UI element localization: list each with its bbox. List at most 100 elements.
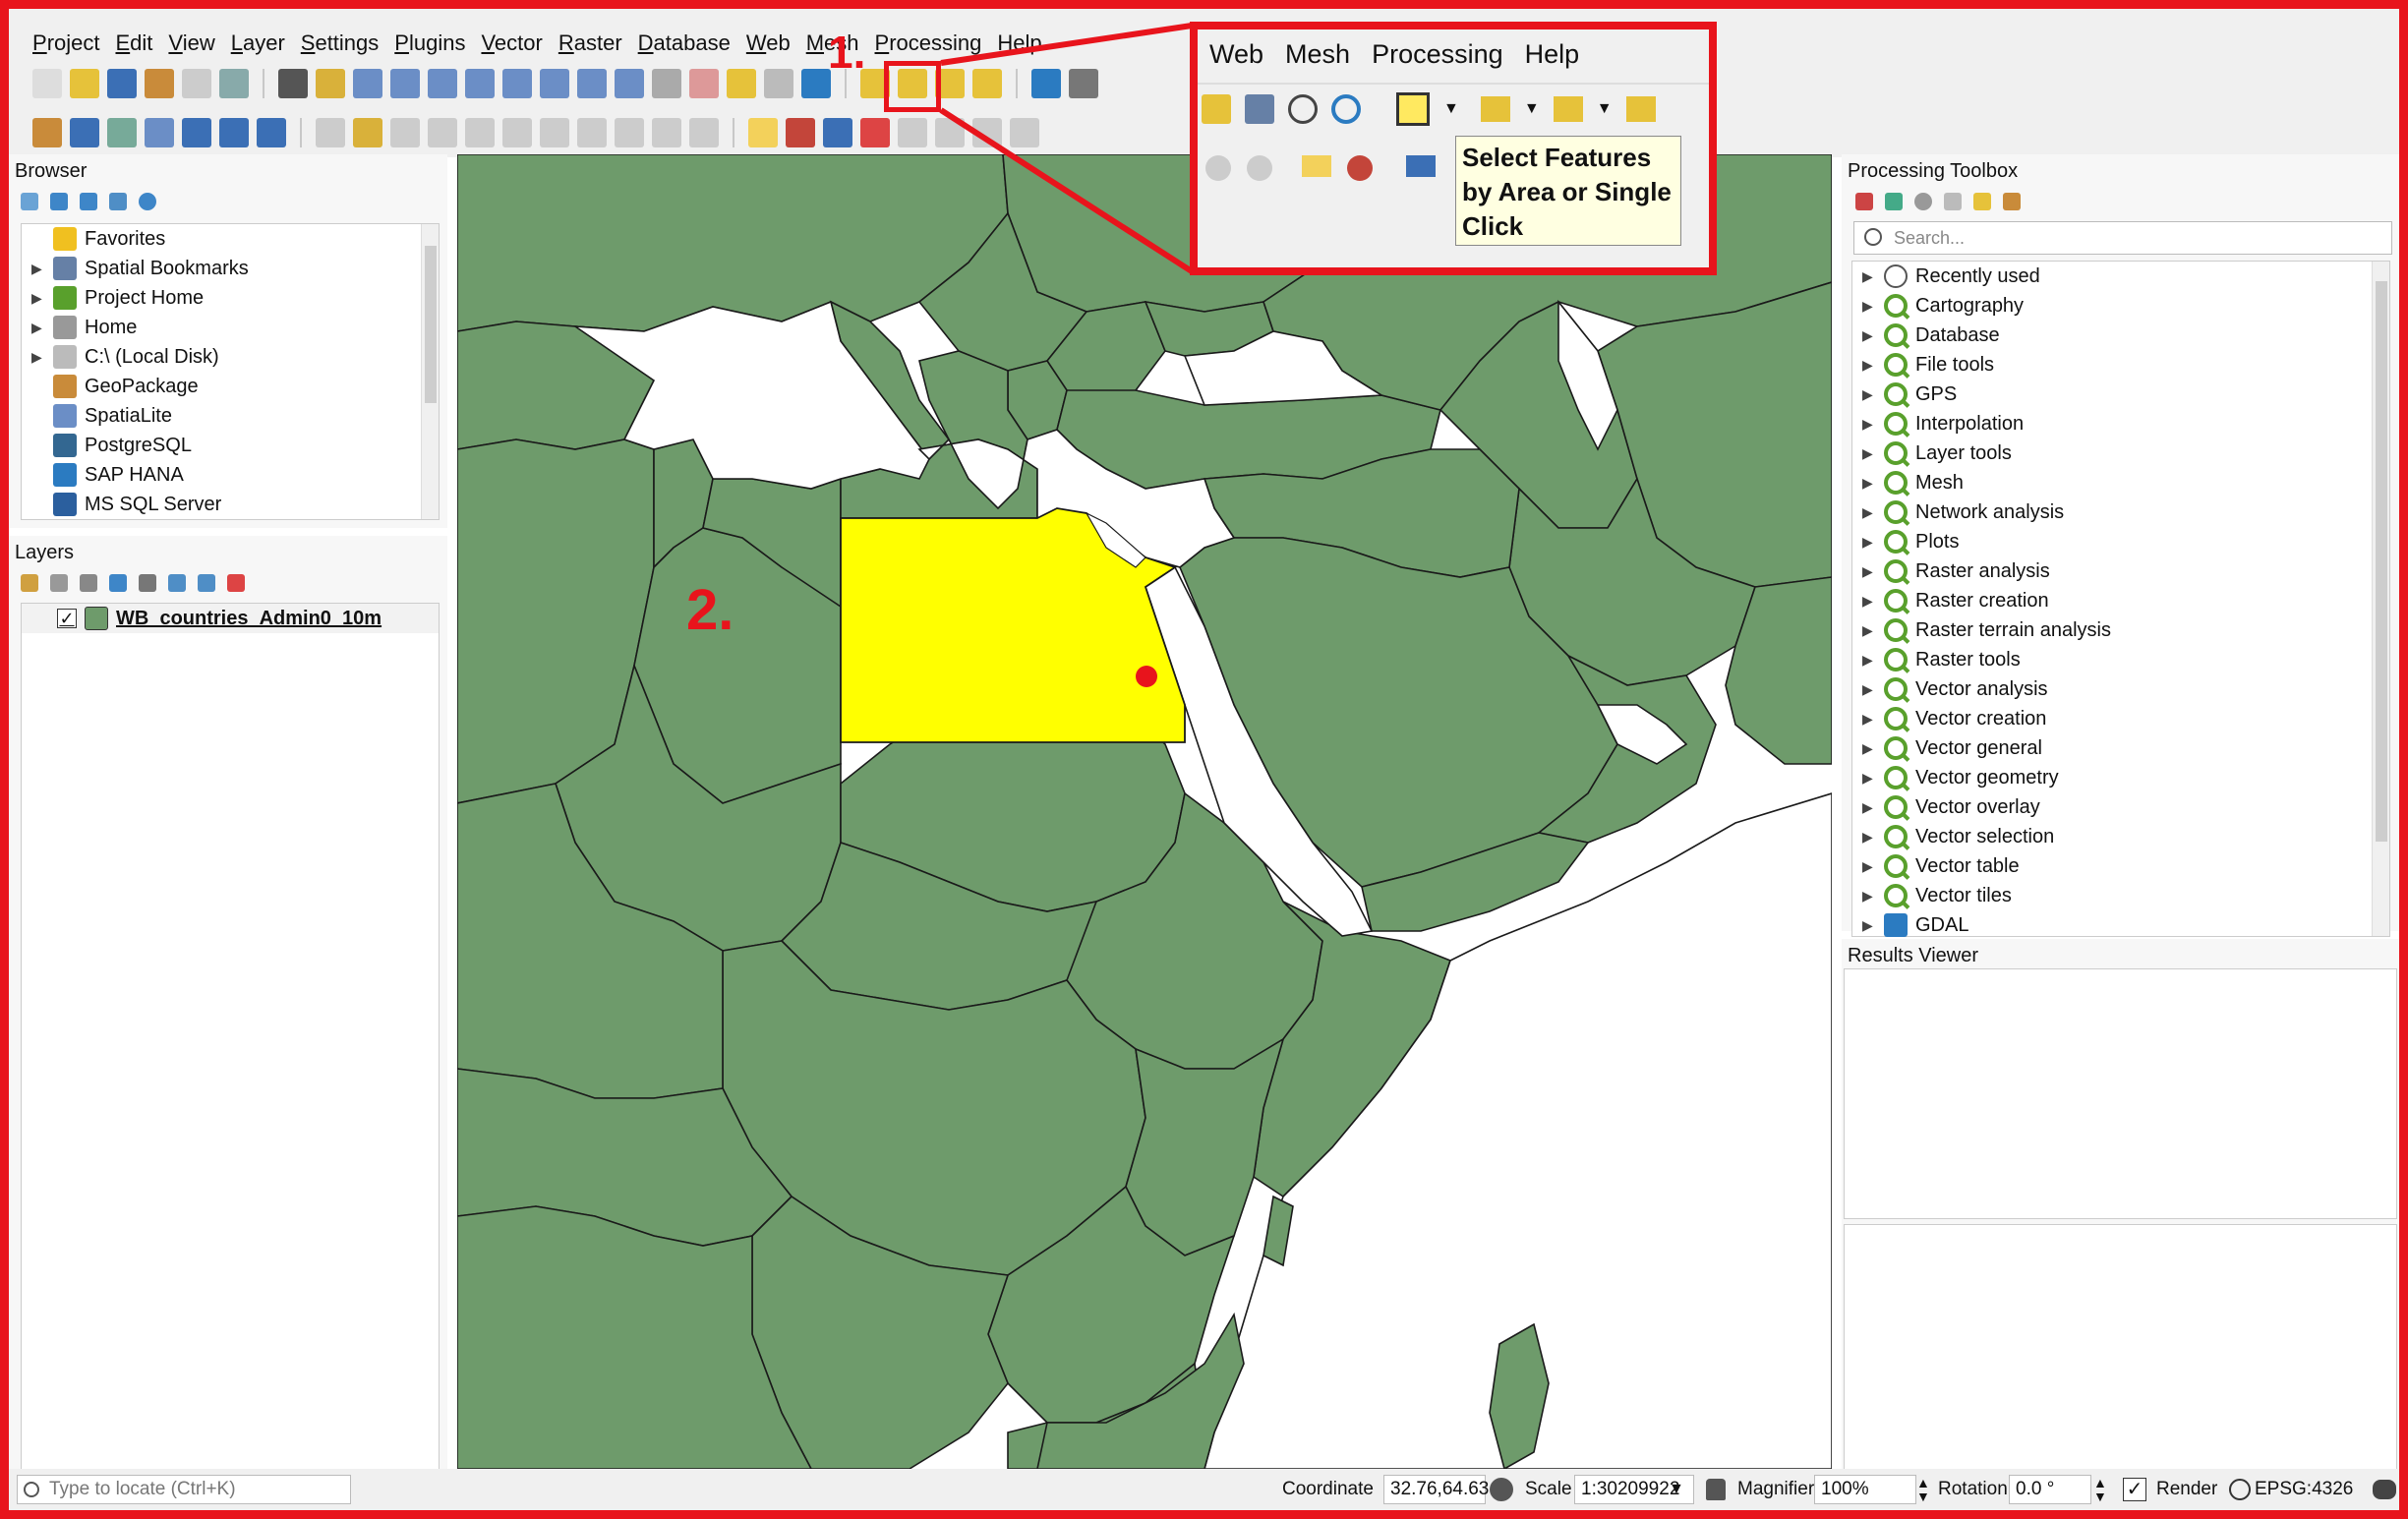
processing-group-label: Vector creation [1915,707,2047,730]
expand-arrow-icon[interactable]: ▶ [1862,652,1876,669]
remove-layer-icon[interactable] [227,574,245,592]
visibility-icon[interactable] [80,574,97,592]
browser-item-label: SpatiaLite [85,404,172,427]
layer-row[interactable]: ✓ WB_countries_Admin0_10m [22,604,439,633]
layers-toolbar [9,570,447,596]
qgis-logo-icon [1884,441,1908,465]
expand-arrow-icon[interactable]: ▶ [1862,888,1876,905]
expand-arrow-icon[interactable]: ▶ [1862,711,1876,728]
browser-item-label: SAP HANA [85,463,184,486]
crs-button[interactable]: EPSG:4326 [2255,1479,2353,1500]
expand-all-icon[interactable] [168,574,186,592]
collapse-all-icon[interactable] [198,574,215,592]
processing-group-label: Vector table [1915,854,2020,877]
expand-arrow-icon[interactable]: ▶ [1862,770,1876,787]
expand-arrow-icon[interactable]: ▶ [1862,858,1876,875]
processing-group-label: Vector geometry [1915,766,2059,789]
qgis-logo-icon [1884,412,1908,436]
render-label: Render [2156,1479,2218,1499]
expand-arrow-icon[interactable]: ▶ [1862,445,1876,462]
locator-input[interactable]: Type to locate (Ctrl+K) [17,1475,351,1504]
layers-title: Layers [15,542,75,563]
expand-arrow-icon[interactable]: ▶ [1862,740,1876,757]
expand-arrow-icon[interactable]: ▶ [1862,593,1876,610]
qgis-logo-icon [1884,500,1908,524]
processing-group[interactable]: ▶ Raster tools [1852,645,2389,674]
expand-arrow-icon[interactable]: ▶ [1862,475,1876,492]
processing-group[interactable]: ▶ Vector creation [1852,704,2389,733]
processing-group[interactable]: ▶ Vector table [1852,851,2389,881]
expand-arrow-icon[interactable]: ▶ [1862,504,1876,521]
expand-arrow-icon[interactable]: ▶ [1862,681,1876,698]
globe-icon[interactable] [2229,1479,2251,1500]
lock-icon[interactable] [1706,1479,1726,1500]
render-checkbox[interactable]: ✓ [2123,1478,2146,1501]
processing-group[interactable]: ▶ Raster analysis [1852,556,2389,586]
rotation-field[interactable]: 0.0 ° [2009,1475,2091,1504]
processing-group[interactable]: ▶ Interpolation [1852,409,2389,438]
browser-item[interactable]: PostgreSQL [22,431,439,460]
layers-tree[interactable]: ✓ WB_countries_Admin0_10m [21,603,440,1470]
expand-arrow-icon[interactable]: ▶ [1862,829,1876,846]
magnifier-stepper[interactable]: ▲ ▼ [1916,1476,1930,1503]
magnifier-field[interactable]: 100% [1814,1475,1916,1504]
layer-visibility-checkbox[interactable]: ✓ [57,609,77,628]
qgis-logo-icon [1884,736,1908,760]
style-icon[interactable] [21,574,38,592]
qgis-logo-icon [1884,854,1908,878]
callout-connector [939,23,1194,274]
processing-group-label: Raster terrain analysis [1915,618,2111,641]
processing-group-label: GDAL [1915,913,1969,936]
qgis-logo-icon [1884,884,1908,907]
expand-arrow-icon[interactable]: ▶ [1862,563,1876,580]
expression-filter-icon[interactable] [139,574,156,592]
processing-group[interactable]: ▶ Vector analysis [1852,674,2389,704]
processing-group[interactable]: ▶ Vector selection [1852,822,2389,851]
processing-group-label: Vector tiles [1915,884,2012,906]
rotation-stepper[interactable]: ▲ ▼ [2093,1476,2107,1503]
qgis-logo-icon [1884,589,1908,613]
processing-group[interactable]: ▶ Vector overlay [1852,792,2389,822]
processing-group[interactable]: ▶ Layer tools [1852,438,2389,468]
processing-group-label: Vector general [1915,736,2042,759]
browser-item[interactable]: SAP HANA [22,460,439,490]
processing-group-label: Vector analysis [1915,677,2048,700]
browser-item-label: PostgreSQL [85,434,192,456]
processing-group[interactable]: ▶ Vector general [1852,733,2389,763]
processing-group[interactable]: ▶ Mesh [1852,468,2389,497]
scale-label: Scale [1525,1479,1572,1499]
processing-group[interactable]: ▶ Raster creation [1852,586,2389,615]
processing-group[interactable]: ▶ GDAL [1852,910,2389,940]
add-group-icon[interactable] [50,574,68,592]
expand-arrow-icon[interactable]: ▶ [1862,534,1876,551]
chevron-down-icon[interactable]: ▼ [1669,1481,1684,1498]
expand-arrow-icon[interactable]: ▶ [1862,917,1876,934]
status-bar: Type to locate (Ctrl+K) Coordinate 32.76… [9,1469,2399,1510]
processing-group[interactable]: ▶ Vector geometry [1852,763,2389,792]
coordinate-field[interactable]: 32.76,64.63 [1383,1475,1489,1504]
step-1-label: 1. [828,27,866,78]
browser-item[interactable]: SpatiaLite [22,401,439,431]
expand-arrow-icon[interactable]: ▶ [1862,799,1876,816]
messages-icon[interactable] [2373,1480,2396,1499]
qgis-logo-icon [1884,471,1908,495]
filter-legend-icon[interactable] [109,574,127,592]
processing-group[interactable]: ▶ Raster terrain analysis [1852,615,2389,645]
browser-item[interactable]: MS SQL Server [22,490,439,519]
postgresql-icon [53,434,77,457]
qgis-logo-icon [1884,766,1908,789]
step-2-label: 2. [686,578,734,642]
qgis-logo-icon [1884,648,1908,672]
processing-group-label: Raster tools [1915,648,2021,671]
processing-group[interactable]: ▶ Network analysis [1852,497,2389,527]
click-point-marker [1136,666,1157,687]
results-list[interactable] [1844,968,2397,1219]
sap-hana-icon [53,463,77,487]
expand-arrow-icon[interactable]: ▶ [1862,622,1876,639]
rotation-label: Rotation [1938,1479,2008,1499]
locator-placeholder: Type to locate (Ctrl+K) [49,1479,236,1499]
toggle-extents-icon[interactable] [1490,1478,1513,1501]
processing-group[interactable]: ▶ Vector tiles [1852,881,2389,910]
processing-group[interactable]: ▶ Plots [1852,527,2389,556]
expand-arrow-icon[interactable]: ▶ [1862,416,1876,433]
